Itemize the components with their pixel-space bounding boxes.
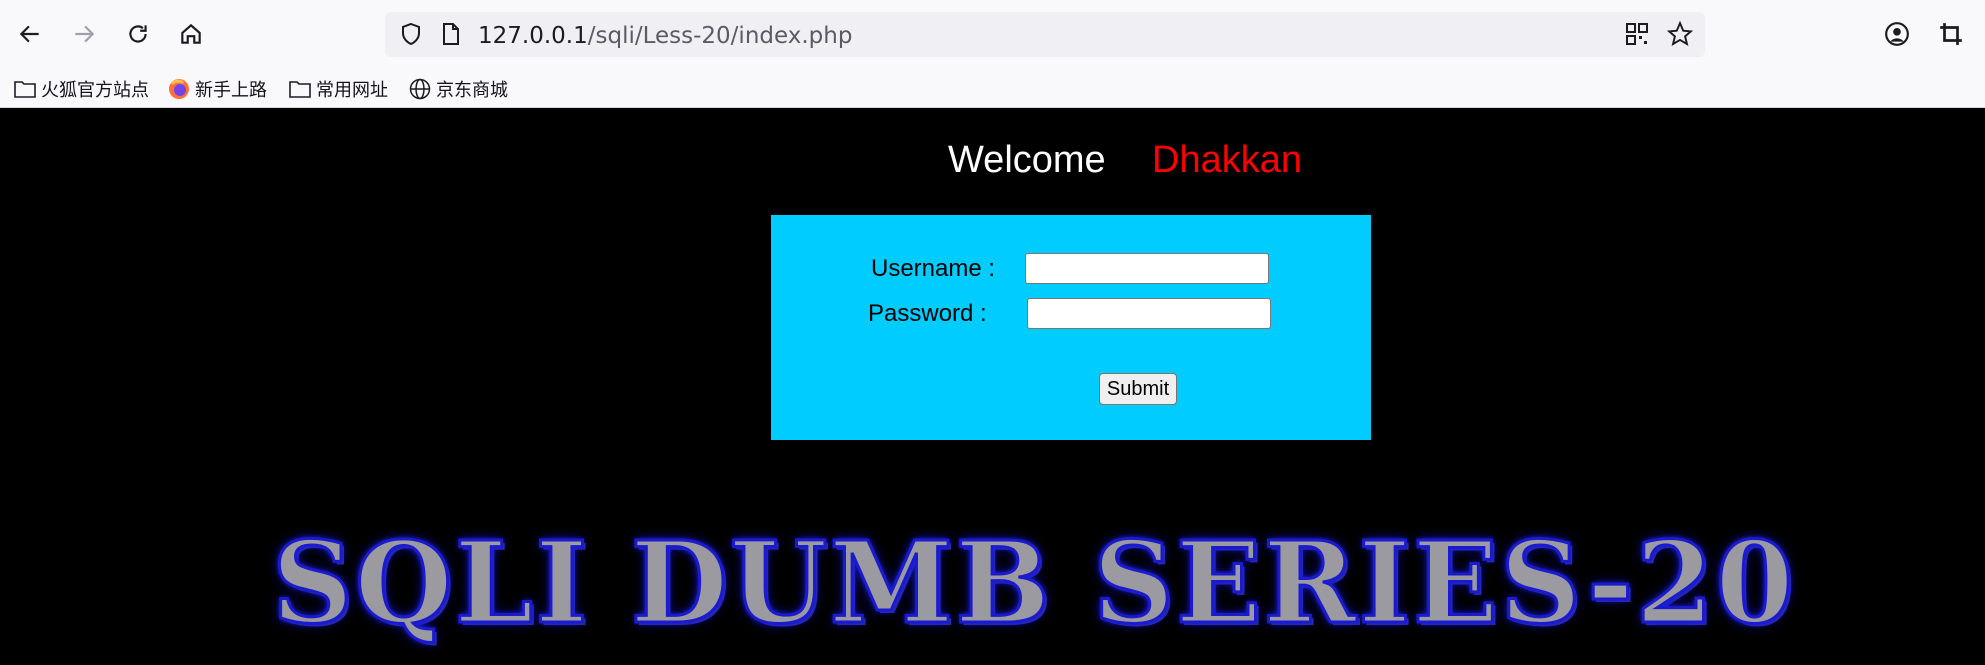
page-content: Welcome Dhakkan Username : Password : Su… bbox=[0, 108, 1985, 665]
url-host: 127.0.0.1 bbox=[478, 23, 588, 49]
url-path: /sqli/Less-20/index.php bbox=[587, 23, 853, 49]
globe-icon bbox=[409, 78, 431, 100]
account-icon[interactable] bbox=[1879, 16, 1915, 52]
welcome-text: Welcome bbox=[948, 139, 1106, 181]
user-name-text: Dhakkan bbox=[1152, 139, 1302, 181]
reload-icon[interactable] bbox=[120, 16, 156, 52]
firefox-icon bbox=[169, 79, 189, 99]
forward-icon[interactable] bbox=[66, 16, 102, 52]
shield-icon[interactable] bbox=[399, 22, 423, 51]
bookmark-item[interactable]: 常用网址 bbox=[289, 76, 388, 102]
back-icon[interactable] bbox=[12, 16, 48, 52]
bookmark-label: 新手上路 bbox=[195, 80, 267, 101]
bookmark-item[interactable]: 火狐官方站点 bbox=[14, 76, 149, 102]
qr-code-icon[interactable] bbox=[1625, 22, 1649, 51]
folder-icon bbox=[14, 81, 36, 98]
page-icon[interactable] bbox=[440, 22, 462, 51]
bookmark-label: 京东商城 bbox=[436, 80, 508, 101]
login-form: Username : Password : Submit bbox=[771, 215, 1371, 440]
url-bar[interactable]: 127.0.0.1/sqli/Less-20/index.php bbox=[385, 12, 1705, 57]
username-label: Username : bbox=[871, 255, 996, 282]
password-input[interactable] bbox=[1027, 298, 1271, 329]
series-banner: SQLI DUMB SERIES-20 bbox=[270, 518, 1796, 649]
crop-icon[interactable] bbox=[1933, 16, 1969, 52]
password-label: Password : bbox=[868, 300, 987, 327]
submit-button[interactable]: Submit bbox=[1099, 373, 1177, 405]
browser-toolbar: 127.0.0.1/sqli/Less-20/index.php bbox=[0, 0, 1985, 71]
folder-icon bbox=[289, 81, 311, 98]
bookmark-item[interactable]: 新手上路 bbox=[168, 76, 267, 102]
url-text[interactable]: 127.0.0.1/sqli/Less-20/index.php bbox=[478, 23, 852, 49]
bookmark-label: 常用网址 bbox=[316, 80, 388, 101]
bookmark-star-icon[interactable] bbox=[1666, 20, 1694, 52]
bookmarks-bar: 火狐官方站点 新手上路 常用网址 京东商城 bbox=[0, 71, 1985, 108]
username-input[interactable] bbox=[1025, 253, 1269, 284]
bookmark-label: 火狐官方站点 bbox=[41, 80, 149, 101]
bookmark-item[interactable]: 京东商城 bbox=[409, 76, 508, 102]
home-icon[interactable] bbox=[173, 16, 209, 52]
